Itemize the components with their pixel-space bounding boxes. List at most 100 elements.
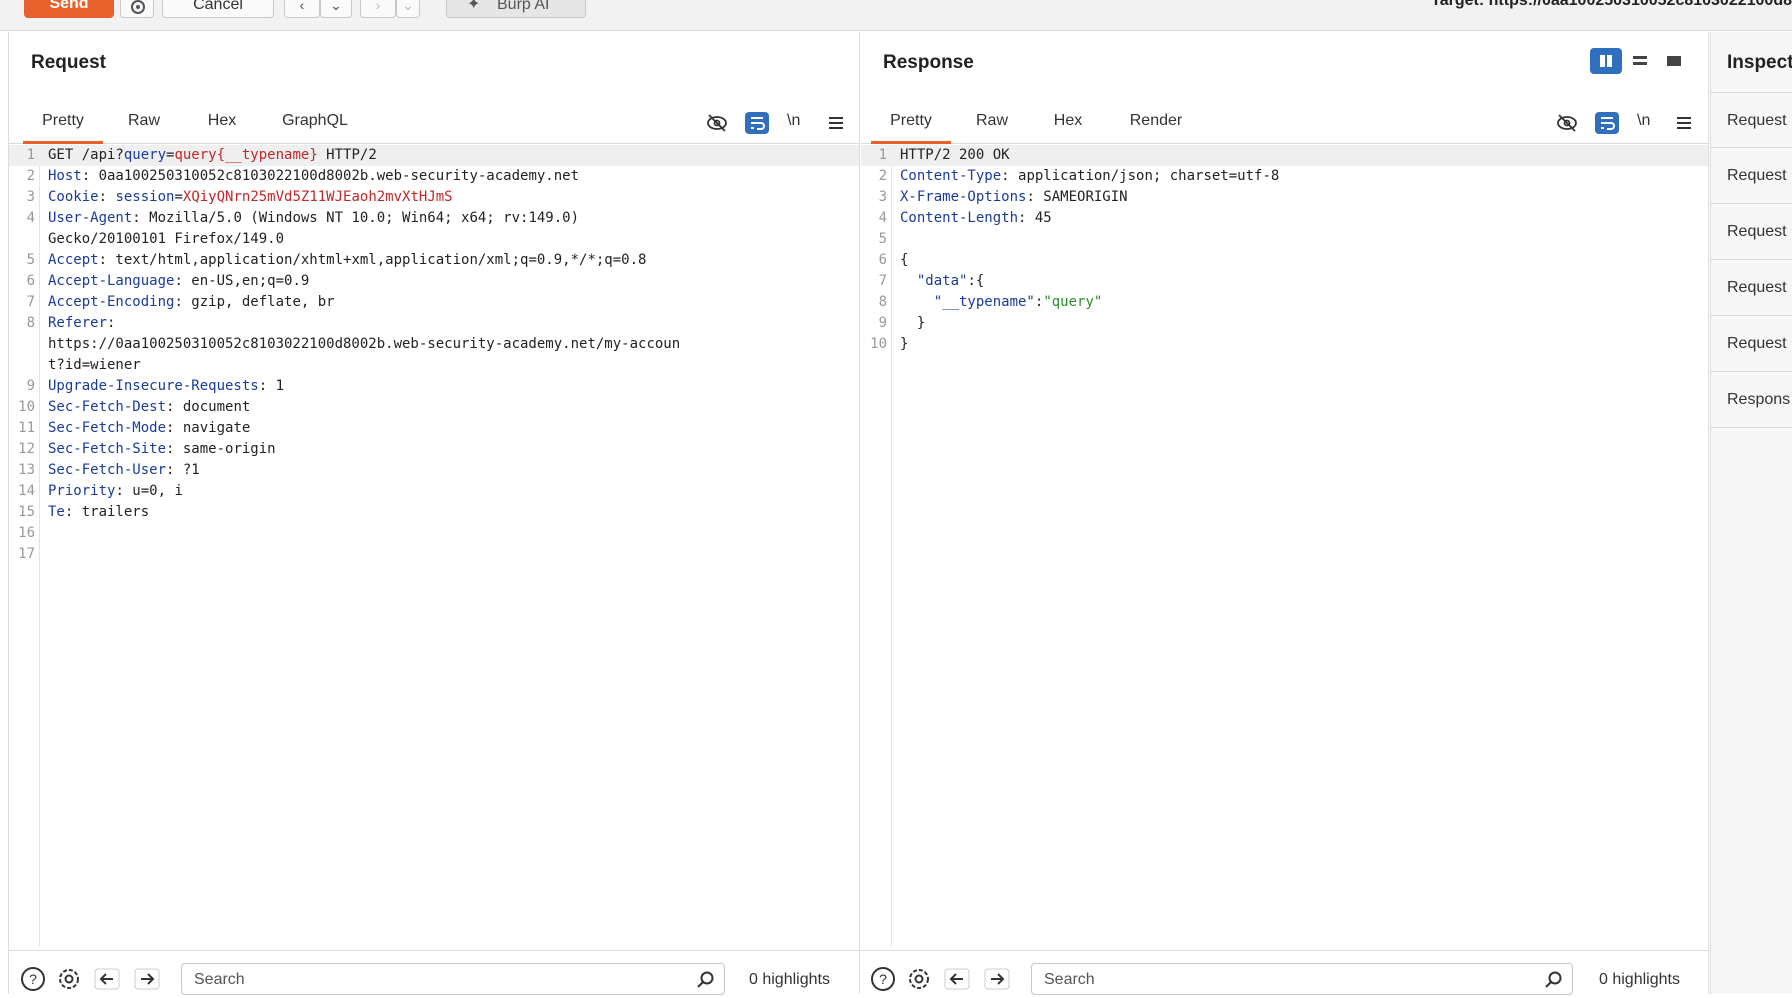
code-token: : 0aa100250310052c8103022100d8002b.web-s… xyxy=(81,168,580,184)
tab-graphql[interactable]: GraphQL xyxy=(265,100,365,144)
next-match-button[interactable] xyxy=(133,965,160,991)
code-token: : en-US,en;q=0.9 xyxy=(174,273,310,289)
code-line: 2 Host: 0aa100250310052c8103022100d8002b.… xyxy=(9,166,859,187)
help-button[interactable]: ? xyxy=(869,965,895,991)
search-settings-button[interactable] xyxy=(55,965,81,991)
burp-ai-label: Burp AI xyxy=(497,0,550,13)
code-line: 11 Sec-Fetch-Mode: navigate xyxy=(9,418,859,439)
line-number: 15 xyxy=(18,504,35,520)
back-button[interactable]: ‹ xyxy=(284,0,320,18)
response-footer: ? Search 0 highlights xyxy=(861,950,1708,995)
layout-side-by-side-button[interactable] xyxy=(1590,48,1622,74)
search-input[interactable]: Search xyxy=(181,963,725,995)
search-icon xyxy=(1545,971,1562,988)
inspector-item[interactable]: Respons xyxy=(1711,372,1792,428)
code-line: 10 Sec-Fetch-Dest: document xyxy=(9,397,859,418)
menu-button[interactable] xyxy=(825,112,849,134)
next-match-button[interactable] xyxy=(983,965,1010,991)
code-text: Sec-Fetch-User: ?1 xyxy=(48,460,200,481)
tab-hex[interactable]: Hex xyxy=(1033,100,1103,144)
code-token: : 1 xyxy=(258,378,285,394)
tab-render[interactable]: Render xyxy=(1111,100,1201,144)
help-button[interactable]: ? xyxy=(19,965,45,991)
code-token: Sec-Fetch-Site xyxy=(48,441,167,457)
code-token: "query" xyxy=(1043,294,1103,310)
newline-icon: \n xyxy=(1637,112,1651,129)
layout-tabs-button[interactable] xyxy=(1658,48,1690,74)
hide-non-printable-button[interactable] xyxy=(1555,112,1579,134)
sparkle-icon: ✦ xyxy=(467,0,481,13)
code-line: 6 Accept-Language: en-US,en;q=0.9 xyxy=(9,271,859,292)
tab-pretty[interactable]: Pretty xyxy=(871,100,951,144)
cancel-button[interactable]: Cancel xyxy=(162,0,274,18)
forward-dropdown-button[interactable]: ⌄ xyxy=(396,0,420,18)
forward-button[interactable]: › xyxy=(360,0,396,18)
tab-raw[interactable]: Raw xyxy=(109,100,179,144)
inspector-item[interactable]: Request xyxy=(1711,92,1792,148)
arrow-left-icon xyxy=(944,968,970,990)
eye-slash-icon xyxy=(707,114,727,132)
inspector-item[interactable]: Request xyxy=(1711,204,1792,260)
code-text: Content-Type: application/json; charset=… xyxy=(900,166,1279,187)
gear-icon xyxy=(59,969,79,989)
response-tabs: Pretty Raw Hex Render \n xyxy=(861,100,1708,144)
line-number: 3 xyxy=(878,189,887,205)
code-text: "__typename":"query" xyxy=(900,292,1103,313)
search-input[interactable]: Search xyxy=(1031,963,1573,995)
line-number: 9 xyxy=(878,315,887,331)
gear-icon xyxy=(131,0,145,14)
code-token: : document xyxy=(166,399,251,415)
code-line: 7 "data":{ xyxy=(861,271,1708,292)
wrap-lines-button[interactable] xyxy=(745,112,769,134)
code-token: Content-Length xyxy=(900,210,1019,226)
chevron-down-icon: ⌄ xyxy=(330,0,342,13)
wrap-lines-button[interactable] xyxy=(1595,112,1619,134)
tab-raw[interactable]: Raw xyxy=(957,100,1027,144)
prev-match-button[interactable] xyxy=(943,965,970,991)
code-token: HTTP/2 xyxy=(317,147,377,163)
code-text: "data":{ xyxy=(900,271,984,292)
code-line: 13 Sec-Fetch-User: ?1 xyxy=(9,460,859,481)
settings-button[interactable] xyxy=(120,0,154,18)
code-text: } xyxy=(900,334,908,355)
target-label[interactable]: Target: https://0aa100250310052c81030221… xyxy=(1431,0,1792,10)
newline-toggle-button[interactable]: \n xyxy=(787,112,811,134)
code-text: Sec-Fetch-Dest: document xyxy=(48,397,250,418)
code-token: "__typename" xyxy=(933,294,1035,310)
tab-pretty[interactable]: Pretty xyxy=(23,100,103,144)
rows-icon xyxy=(1633,56,1647,65)
inspector-item[interactable]: Request xyxy=(1711,316,1792,372)
tab-hex[interactable]: Hex xyxy=(187,100,257,144)
highlights-count: 0 highlights xyxy=(1599,971,1680,988)
code-line: 8 "__typename":"query" xyxy=(861,292,1708,313)
code-text: Referer: xyxy=(48,313,115,334)
newline-toggle-button[interactable]: \n xyxy=(1637,112,1661,134)
code-token: : u=0, i xyxy=(115,483,183,499)
response-title: Response xyxy=(883,52,974,73)
menu-button[interactable] xyxy=(1673,112,1697,134)
code-line: 7 Accept-Encoding: gzip, deflate, br xyxy=(9,292,859,313)
request-editor[interactable]: 1 GET /api?query=query{__typename} HTTP/2… xyxy=(9,145,859,947)
layout-stacked-button[interactable] xyxy=(1624,48,1656,74)
back-dropdown-button[interactable]: ⌄ xyxy=(320,0,352,18)
code-token: Sec-Fetch-Dest xyxy=(48,399,167,415)
burp-ai-button[interactable]: ✦ Burp AI xyxy=(446,0,586,18)
code-token: t?id=wiener xyxy=(48,357,141,373)
code-token: : ?1 xyxy=(166,462,200,478)
code-text: Accept-Language: en-US,en;q=0.9 xyxy=(48,271,309,292)
chevron-right-icon: › xyxy=(375,0,381,13)
hide-non-printable-button[interactable] xyxy=(705,112,729,134)
code-token: :{ xyxy=(967,273,985,289)
code-line: 10} xyxy=(861,334,1708,355)
code-text: Sec-Fetch-Site: same-origin xyxy=(48,439,276,460)
search-settings-button[interactable] xyxy=(905,965,931,991)
response-editor[interactable]: 1 HTTP/2 200 OK 2 Content-Type: application… xyxy=(861,145,1708,947)
prev-match-button[interactable] xyxy=(93,965,120,991)
code-text: { xyxy=(900,250,908,271)
send-button[interactable]: Send xyxy=(24,0,114,18)
line-number: 16 xyxy=(18,525,35,541)
inspector-item[interactable]: Request xyxy=(1711,260,1792,316)
code-text: Te: trailers xyxy=(48,502,149,523)
code-token: Sec-Fetch-User xyxy=(48,462,167,478)
inspector-item[interactable]: Request xyxy=(1711,148,1792,204)
